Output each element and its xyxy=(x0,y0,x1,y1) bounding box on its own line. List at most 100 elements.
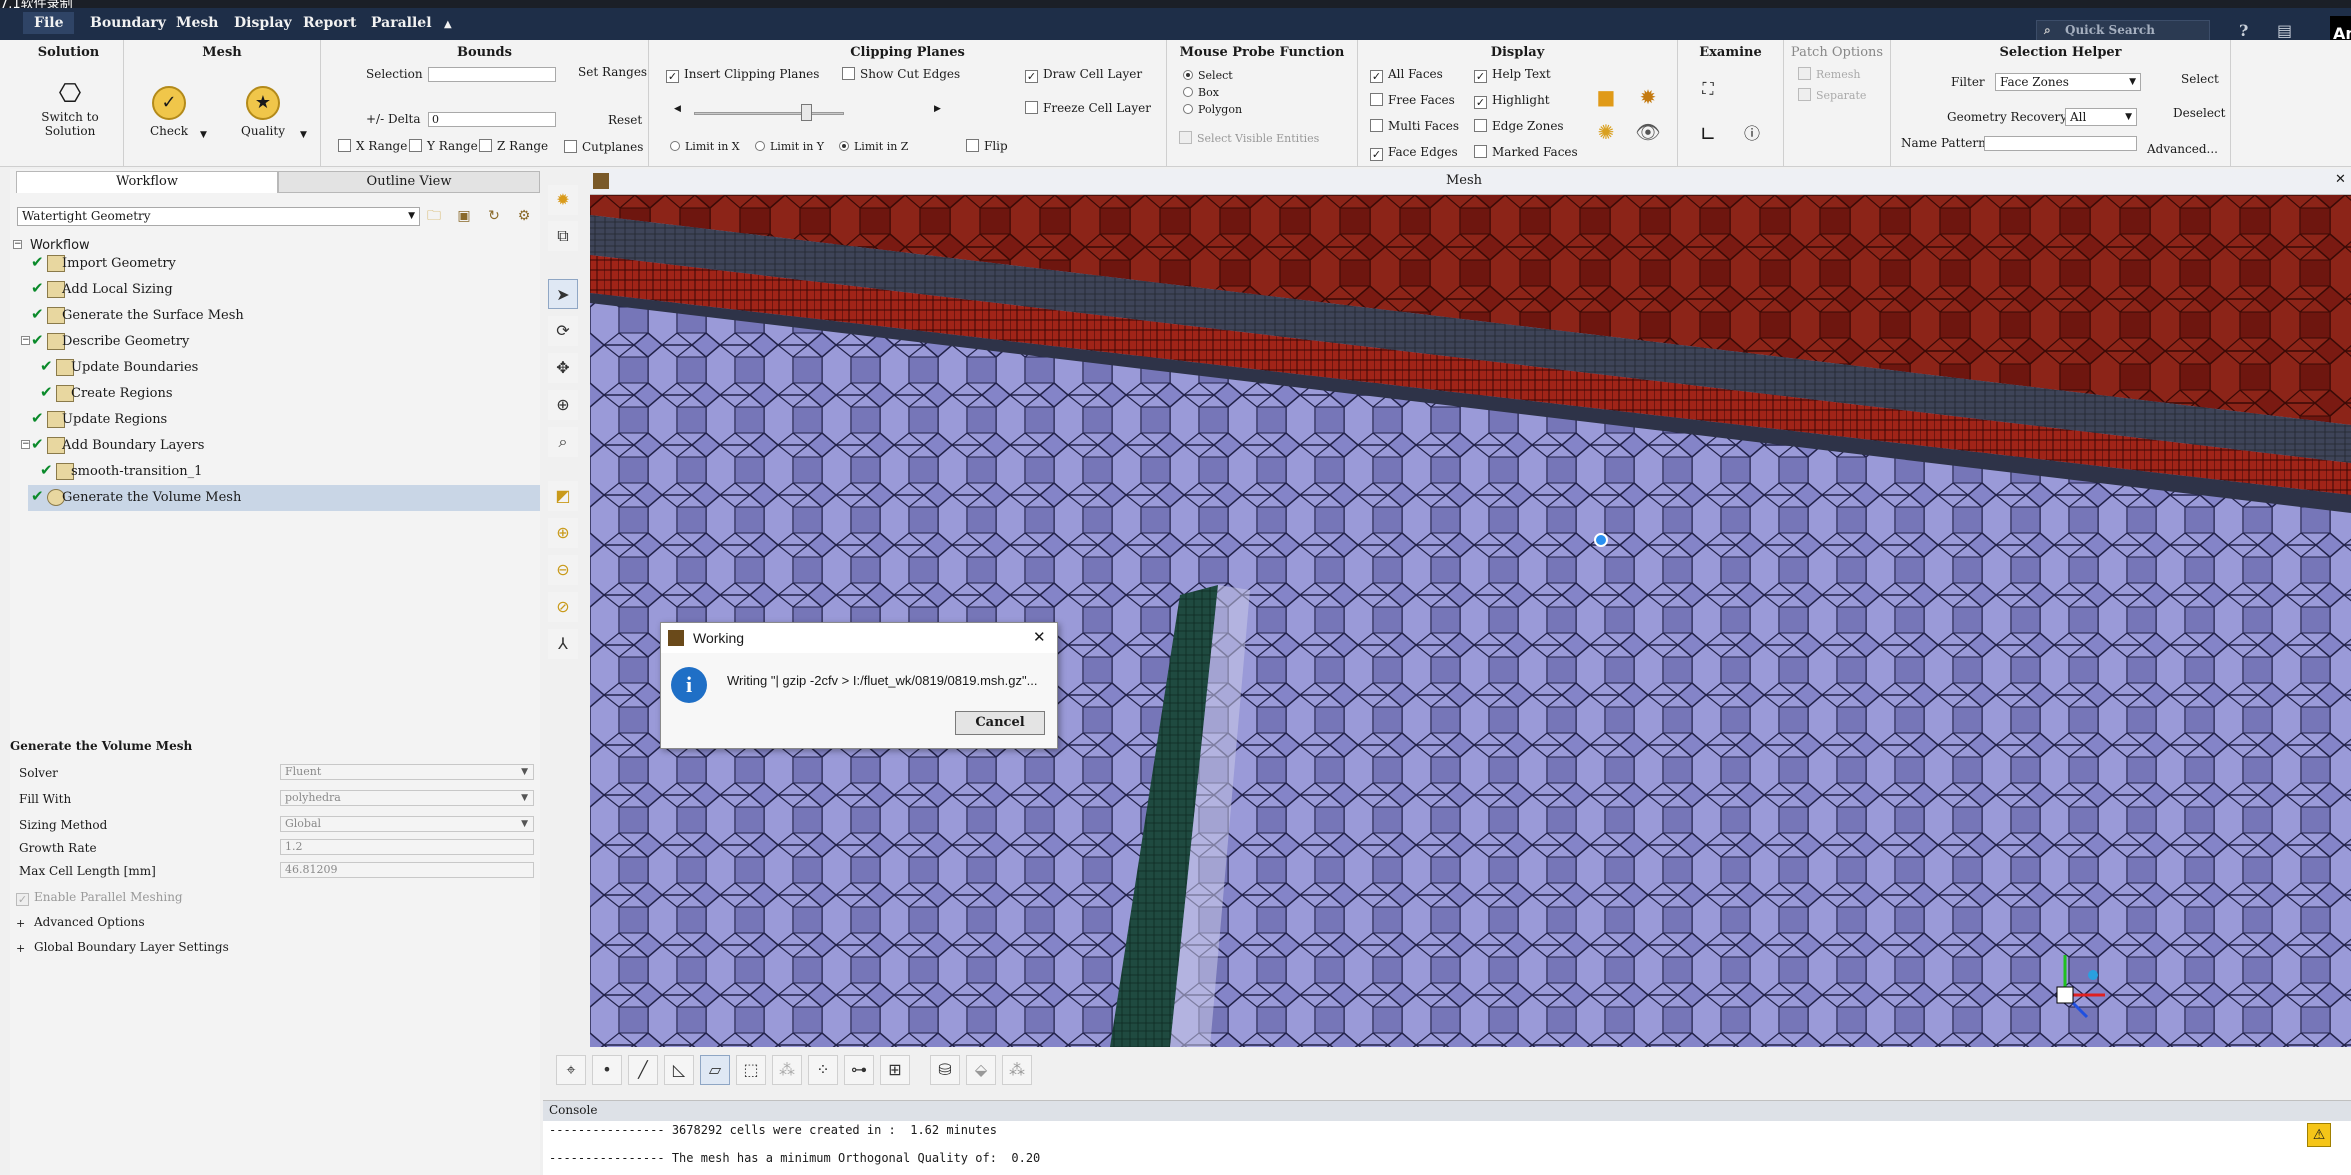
limit-x-radio[interactable]: Limit in X xyxy=(670,140,740,153)
zoom-in-icon[interactable]: ⊕ xyxy=(548,518,578,548)
show-cut-edges-box[interactable] xyxy=(842,67,855,80)
quick-search-input[interactable]: ⌕ Quick Search xyxy=(2036,20,2210,42)
pan-icon[interactable]: ✥ xyxy=(548,353,578,383)
point-select-icon[interactable]: • xyxy=(592,1055,622,1085)
tree-item-add-local-sizing[interactable]: ✔ Add Local Sizing xyxy=(10,277,540,303)
workflow-type-select[interactable]: Watertight Geometry ▼ xyxy=(17,207,420,226)
select-visible-checkbox[interactable]: Select Visible Entities xyxy=(1179,131,1319,145)
help-icon[interactable]: ? xyxy=(2239,21,2248,40)
mesh-view-icon[interactable]: ✹ xyxy=(548,185,578,215)
tree-item-describe-geometry[interactable]: − ✔ Describe Geometry xyxy=(10,329,540,355)
warning-icon[interactable]: ⚠ xyxy=(2307,1123,2331,1147)
probe-select-radio-circle[interactable] xyxy=(1183,70,1193,80)
axes-icon[interactable]: ⅄ xyxy=(548,629,578,659)
parallel-meshing-row[interactable]: ✓ Enable Parallel Meshing xyxy=(10,886,540,908)
tree-item-import-geometry[interactable]: ✔ Import Geometry xyxy=(10,251,540,277)
zoom-box-icon[interactable]: ⊕ xyxy=(548,390,578,420)
tree-item-surface-mesh[interactable]: ✔ Generate the Surface Mesh xyxy=(10,303,540,329)
solver-select[interactable]: Fluent ▼ xyxy=(280,764,534,780)
menu-display[interactable]: Display xyxy=(234,15,292,31)
multi-faces-checkbox[interactable]: Multi Faces xyxy=(1370,119,1459,133)
tab-workflow[interactable]: Workflow xyxy=(16,171,278,193)
probe-polygon-radio-circle[interactable] xyxy=(1183,104,1193,114)
console-panel[interactable]: Console ---------------- 3678292 cells w… xyxy=(543,1100,2351,1175)
clipping-slider-handle[interactable] xyxy=(801,104,812,121)
save-icon[interactable]: ▣ xyxy=(452,204,476,228)
collapse-icon[interactable]: − xyxy=(21,336,30,345)
limit-y-radio-circle[interactable] xyxy=(755,141,765,151)
marked-faces-checkbox[interactable]: Marked Faces xyxy=(1474,145,1578,159)
insert-clipping-box[interactable]: ✓ xyxy=(666,70,679,83)
remesh-checkbox[interactable]: Remesh xyxy=(1798,67,1860,81)
filter-select[interactable]: Face Zones ▼ xyxy=(1995,73,2141,91)
expand-icon[interactable]: + xyxy=(16,918,28,931)
x-range-checkbox[interactable]: X Range xyxy=(338,139,407,153)
cutplanes-checkbox[interactable]: Cutplanes xyxy=(564,140,643,154)
tree-item-create-regions[interactable]: ✔ Create Regions xyxy=(10,381,540,407)
bounds-selection-field[interactable] xyxy=(428,67,556,82)
marked-faces-box[interactable] xyxy=(1474,145,1487,158)
copy-view-icon[interactable]: ⧉ xyxy=(548,221,578,251)
slider-left-arrow-icon[interactable]: ◀ xyxy=(674,104,681,114)
z-range-checkbox[interactable]: Z Range xyxy=(479,139,548,153)
graphics-window[interactable]: Mesh ✕ xyxy=(590,169,2351,1047)
max-cell-field[interactable]: 46.81209 xyxy=(280,862,534,878)
slider-right-arrow-icon[interactable]: ▶ xyxy=(934,104,941,114)
name-pattern-field[interactable] xyxy=(1984,136,2137,151)
expand-icon[interactable]: + xyxy=(16,943,28,956)
switch-to-solution-button[interactable]: ⎔ Switch to Solution xyxy=(32,78,108,138)
workflow-settings-icon[interactable]: ⚙ xyxy=(512,204,536,228)
highlight-box[interactable]: ✓ xyxy=(1474,96,1487,109)
clipping-slider-track[interactable] xyxy=(694,112,844,115)
node-select-icon[interactable]: ⁘ xyxy=(808,1055,838,1085)
collapse-ribbon-icon[interactable]: ▲ xyxy=(444,19,452,30)
freeze-cell-layer-checkbox[interactable]: Freeze Cell Layer xyxy=(1025,101,1151,115)
draw-cell-layer-box[interactable]: ✓ xyxy=(1025,70,1038,83)
help-text-box[interactable]: ✓ xyxy=(1474,70,1487,83)
y-range-box[interactable] xyxy=(409,139,422,152)
tab-outline-view[interactable]: Outline View xyxy=(278,171,540,193)
freeze-cell-layer-box[interactable] xyxy=(1025,101,1038,114)
help-text-checkbox[interactable]: ✓ Help Text xyxy=(1474,67,1551,83)
probe-box-radio[interactable]: Box xyxy=(1183,86,1219,99)
advanced-button[interactable]: Advanced... xyxy=(2147,142,2218,156)
layout-icon[interactable]: ▤ xyxy=(2277,21,2292,40)
select-visible-box[interactable] xyxy=(1179,131,1192,144)
y-range-checkbox[interactable]: Y Range xyxy=(409,139,478,153)
show-cut-edges-checkbox[interactable]: Show Cut Edges xyxy=(842,67,960,81)
quality-dropdown-icon[interactable]: ▼ xyxy=(300,130,307,140)
limit-y-radio[interactable]: Limit in Y xyxy=(755,140,824,153)
all-faces-box[interactable]: ✓ xyxy=(1370,70,1383,83)
face-select-icon[interactable]: ▱ xyxy=(700,1055,730,1085)
remesh-box[interactable] xyxy=(1798,67,1811,80)
filter-select-icon[interactable]: ⌖ xyxy=(556,1055,586,1085)
tree-item-smooth-transition[interactable]: ✔ smooth-transition_1 xyxy=(10,459,540,485)
display-gear-icon[interactable]: ✹ xyxy=(1633,82,1663,112)
tree-item-volume-mesh[interactable]: ✔ Generate the Volume Mesh xyxy=(28,485,540,511)
network-select-icon[interactable]: ⁂ xyxy=(1002,1055,1032,1085)
menu-boundary[interactable]: Boundary xyxy=(90,15,166,31)
refresh-icon[interactable]: ↻ xyxy=(482,204,506,228)
delta-field[interactable]: 0 xyxy=(428,112,556,127)
global-bl-row[interactable]: + Global Boundary Layer Settings xyxy=(10,936,540,958)
insert-clipping-checkbox[interactable]: ✓ Insert Clipping Planes xyxy=(666,67,819,83)
limit-z-radio[interactable]: Limit in Z xyxy=(839,140,908,153)
x-range-box[interactable] xyxy=(338,139,351,152)
sizing-method-select[interactable]: Global ▼ xyxy=(280,816,534,832)
edge-zones-box[interactable] xyxy=(1474,119,1487,132)
limit-z-radio-circle[interactable] xyxy=(839,141,849,151)
probe-select-radio[interactable]: Select xyxy=(1183,69,1233,82)
region-select-icon[interactable]: ⬙ xyxy=(966,1055,996,1085)
fill-with-select[interactable]: polyhedra ▼ xyxy=(280,790,534,806)
flip-checkbox[interactable]: Flip xyxy=(966,139,1008,153)
tree-item-update-boundaries[interactable]: ✔ Update Boundaries xyxy=(10,355,540,381)
edge-select-icon[interactable]: ╱ xyxy=(628,1055,658,1085)
draw-cell-layer-checkbox[interactable]: ✓ Draw Cell Layer xyxy=(1025,67,1142,83)
highlight-checkbox[interactable]: ✓ Highlight xyxy=(1474,93,1550,109)
zone-select-icon[interactable]: ⁂ xyxy=(772,1055,802,1085)
menu-parallel[interactable]: Parallel xyxy=(371,15,432,31)
tree-item-add-boundary-layers[interactable]: − ✔ Add Boundary Layers xyxy=(10,433,540,459)
reset-button[interactable]: Reset xyxy=(608,113,642,127)
face-edges-box[interactable]: ✓ xyxy=(1370,148,1383,161)
zoom-fit-icon[interactable]: ⊘ xyxy=(548,592,578,622)
